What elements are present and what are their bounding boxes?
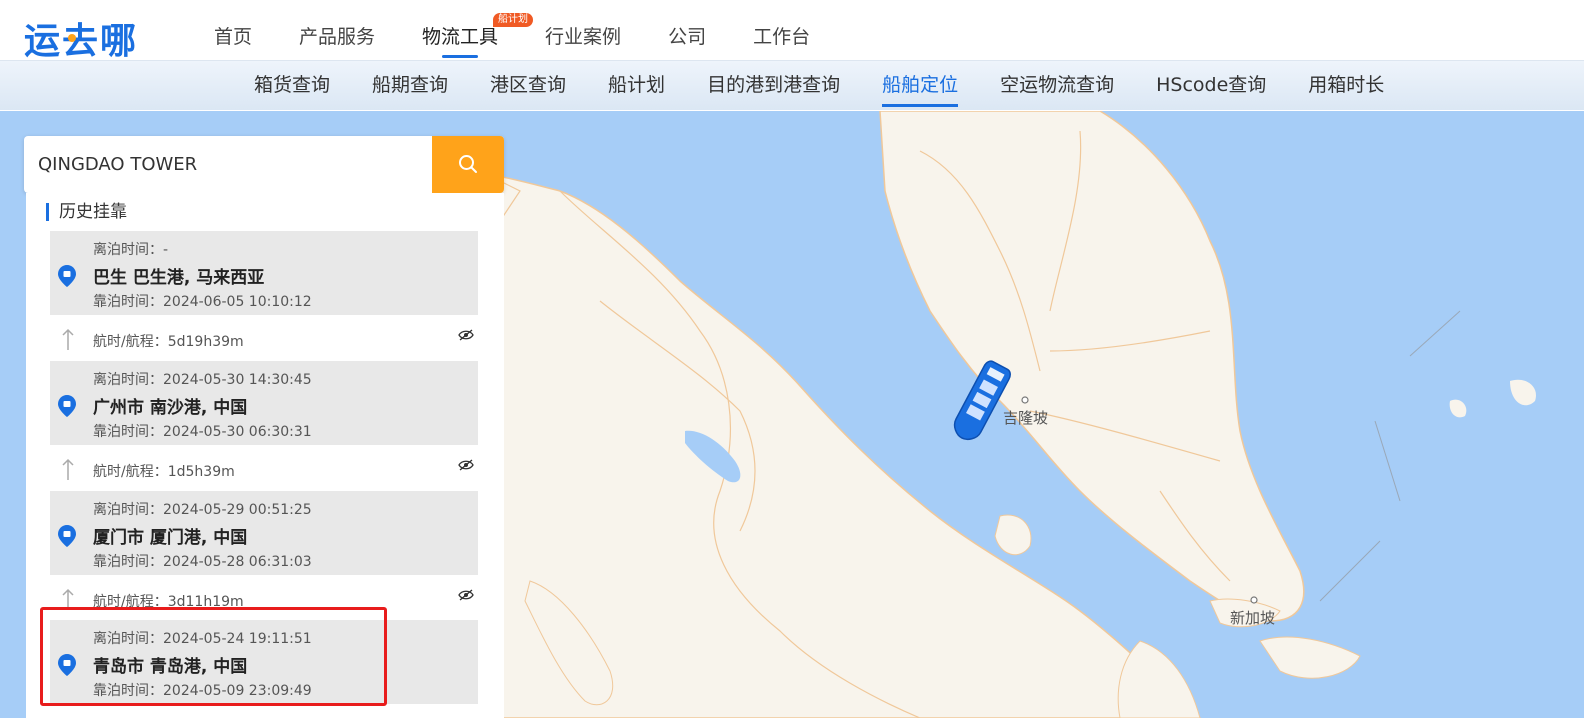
top-navbar: 运去哪 首页 产品服务 物流工具 船计划 行业案例 公司 工作台	[0, 0, 1584, 62]
subnav-hscode[interactable]: HScode查询	[1156, 61, 1266, 111]
subnav-container-duration[interactable]: 用箱时长	[1308, 61, 1384, 111]
nav-item-home[interactable]: 首页	[214, 0, 252, 60]
port-pin-icon	[58, 654, 76, 676]
logo-text: 运去哪	[24, 21, 139, 62]
voyage-duration: 航时/航程：3d11h19m	[93, 594, 244, 610]
departure-time: 离泊时间：2024-05-24 19:11:51	[93, 631, 312, 647]
voyage-duration: 航时/航程：1d5h39m	[93, 464, 235, 480]
city-label-singapore: 新加坡	[1230, 609, 1276, 627]
voyage-leg: 航时/航程：5d19h39m	[50, 315, 478, 361]
nav-label: 公司	[668, 26, 707, 48]
main-nav: 首页 产品服务 物流工具 船计划 行业案例 公司 工作台	[214, 0, 857, 60]
arrow-up-icon	[62, 328, 74, 350]
nav-label: 行业案例	[545, 26, 622, 48]
logo-dot-icon	[68, 34, 76, 42]
nav-label: 物流工具	[422, 26, 499, 48]
subnav-vessel-plan[interactable]: 船计划	[608, 61, 665, 111]
departure-time: 离泊时间：2024-05-30 14:30:45	[93, 372, 312, 388]
vessel-search-input[interactable]	[24, 136, 432, 193]
arrow-up-icon	[62, 458, 74, 480]
search-button[interactable]	[432, 136, 504, 193]
port-call-card[interactable]: 离泊时间：- 巴生 巴生港, 马来西亚 靠泊时间：2024-06-05 10:1…	[50, 231, 478, 315]
subnav-terminal-query[interactable]: 港区查询	[490, 61, 566, 111]
vessel-marker-icon[interactable]	[950, 355, 1014, 449]
port-call-card[interactable]: 离泊时间：2024-05-30 14:30:45 广州市 南沙港, 中国 靠泊时…	[50, 361, 478, 445]
arrow-up-icon	[62, 588, 74, 610]
nav-label: 首页	[214, 26, 253, 48]
new-feature-badge: 船计划	[493, 13, 534, 27]
search-icon	[459, 155, 477, 173]
vessel-search-bar	[24, 136, 504, 193]
departure-time: 离泊时间：2024-05-29 00:51:25	[93, 502, 312, 518]
subnav-vessel-tracking[interactable]: 船舶定位	[882, 61, 959, 111]
departure-time: 离泊时间：-	[93, 242, 169, 258]
port-call-history-panel: 历史挂靠 离泊时间：- 巴生 巴生港, 马来西亚 靠泊时间：2024-06-05…	[26, 193, 504, 718]
eye-hidden-icon[interactable]	[458, 329, 474, 341]
sub-navbar: 箱货查询 船期查询 港区查询 船计划 目的港到港查询 船舶定位 空运物流查询 H…	[0, 60, 1584, 110]
port-name: 广州市 南沙港, 中国	[93, 398, 248, 418]
subnav-container-query[interactable]: 箱货查询	[254, 61, 330, 111]
nav-item-cases[interactable]: 行业案例	[545, 0, 621, 60]
port-name: 巴生 巴生港, 马来西亚	[93, 268, 265, 288]
voyage-leg: 航时/航程：3d11h19m	[50, 575, 478, 621]
nav-item-company[interactable]: 公司	[668, 0, 706, 60]
voyage-duration: 航时/航程：5d19h39m	[93, 334, 244, 350]
arrival-time: 靠泊时间：2024-05-30 06:30:31	[93, 424, 312, 440]
subnav-destination-arrival[interactable]: 目的港到港查询	[707, 61, 840, 111]
eye-hidden-icon[interactable]	[458, 459, 474, 471]
panel-title: 历史挂靠	[46, 203, 127, 221]
port-name: 青岛市 青岛港, 中国	[93, 657, 248, 677]
nav-item-products[interactable]: 产品服务	[299, 0, 375, 60]
subnav-schedule-query[interactable]: 船期查询	[372, 61, 448, 111]
nav-label: 产品服务	[299, 26, 376, 48]
port-pin-icon	[58, 525, 76, 547]
port-pin-icon	[58, 265, 76, 287]
eye-hidden-icon[interactable]	[458, 589, 474, 601]
port-pin-icon	[58, 395, 76, 417]
nav-item-logistics-tools[interactable]: 物流工具 船计划	[422, 0, 534, 60]
subnav-air-freight[interactable]: 空运物流查询	[1000, 61, 1114, 111]
voyage-leg: 航时/航程：1d5h39m	[50, 445, 478, 491]
arrival-time: 靠泊时间：2024-05-28 06:31:03	[93, 554, 312, 570]
nav-item-workbench[interactable]: 工作台	[753, 0, 810, 60]
arrival-time: 靠泊时间：2024-06-05 10:10:12	[93, 294, 312, 310]
nav-label: 工作台	[753, 26, 811, 48]
port-name: 厦门市 厦门港, 中国	[93, 528, 248, 548]
port-call-card[interactable]: 离泊时间：2024-05-29 00:51:25 厦门市 厦门港, 中国 靠泊时…	[50, 491, 478, 575]
logo[interactable]: 运去哪	[24, 12, 138, 64]
port-call-card[interactable]: 离泊时间：2024-05-24 19:11:51 青岛市 青岛港, 中国 靠泊时…	[50, 620, 478, 704]
arrival-time: 靠泊时间：2024-05-09 23:09:49	[93, 683, 312, 699]
